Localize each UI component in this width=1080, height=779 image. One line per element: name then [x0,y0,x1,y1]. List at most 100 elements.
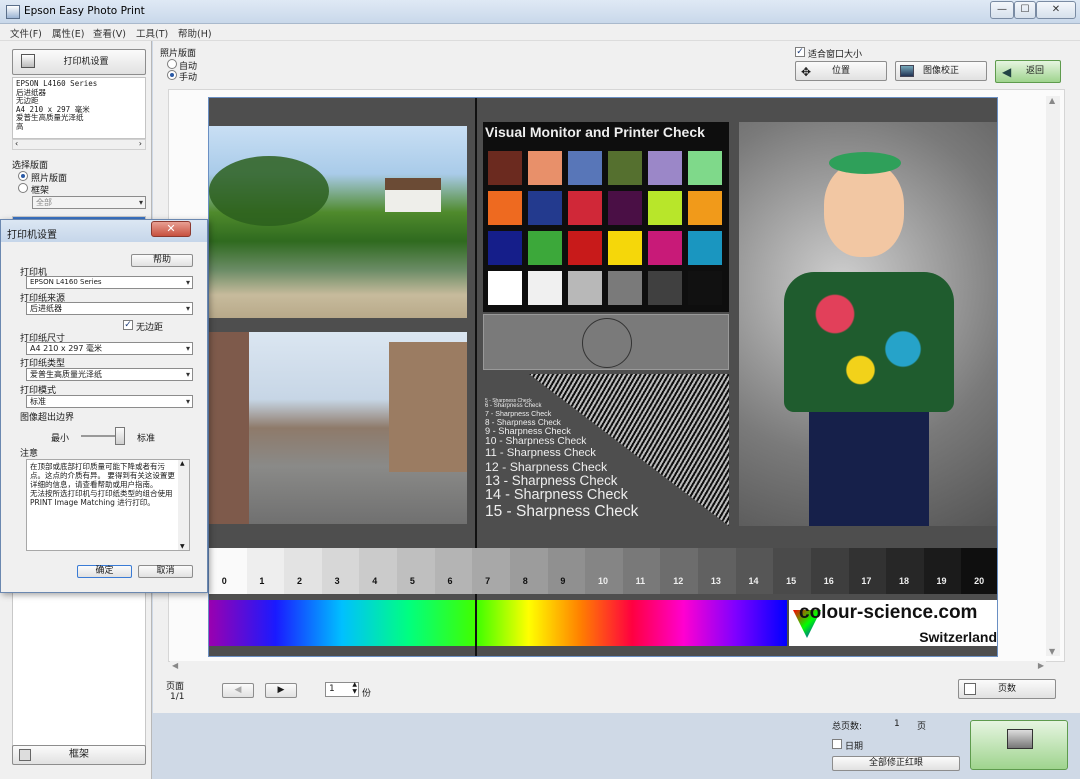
select-page-label: 选择版面 [12,161,49,171]
total-pages-unit: 页 [917,722,927,732]
gray-step: 8 [509,548,549,594]
sharpness-label: 10 - Sharpness Check [485,436,587,448]
photo-portrait [739,122,997,526]
gray-step-number: 11 [635,576,646,586]
gray-step-number: 5 [409,576,415,586]
radio-auto[interactable] [167,59,177,69]
radio-frame-label: 框架 [31,186,50,196]
copies-stepper[interactable]: 1 ▲ ▼ [325,681,359,697]
color-swatch [568,191,602,225]
color-swatch [648,151,682,185]
color-swatch-grid [488,151,728,309]
preview-photo: Visual Monitor and Printer Check 5 - Sha… [208,97,998,657]
sharpness-label: 9 - Sharpness Check [485,426,571,437]
position-button-label: 位置 [831,66,850,76]
scroll-up-icon: ▲ [180,460,185,467]
image-correct-icon [900,65,914,77]
borderless-checkbox[interactable]: ✓ [123,320,133,330]
gray-step-number: 0 [221,576,227,586]
gray-step: 17 [848,548,887,594]
menu-tools[interactable]: 工具(T) [136,26,168,40]
fit-window-checkbox[interactable]: ✓ [795,47,805,57]
gray-step: 5 [397,548,436,594]
type-select[interactable]: 爱普生高质量光泽纸 ▾ [26,368,193,381]
photo-landscape [209,126,467,318]
next-page-icon: ▶ [277,685,285,695]
help-button[interactable]: 帮助 [131,254,193,267]
gray-step-number: 8 [522,576,528,586]
position-button[interactable]: ✥ 位置 [795,61,887,81]
menu-properties[interactable]: 属性(E) [52,26,84,40]
radio-photo-layout[interactable] [18,171,28,181]
close-button[interactable]: ✕ [1036,1,1076,19]
next-page-button[interactable]: ▶ [265,683,297,698]
color-swatch [688,151,722,185]
gray-step-number: 19 [936,576,947,586]
printer-settings-button[interactable]: 打印机设置 [12,49,146,75]
color-swatch [528,191,562,225]
image-correct-button[interactable]: 图像校正 [895,61,987,81]
source-select[interactable]: 后进纸器 ▾ [26,302,193,315]
print-button[interactable] [970,720,1068,770]
size-select-value: A4 210 x 297 毫米 [30,344,103,353]
expansion-slider-thumb[interactable] [115,427,125,445]
gray-step: 3 [321,548,360,594]
radio-frame[interactable] [18,183,28,193]
ok-button[interactable]: 确定 [77,565,132,578]
color-swatch [488,191,522,225]
printer-settings-dialog: 打印机设置 ✕ 帮助 打印机 EPSON L4160 Series ▾ 打印纸来源… [0,219,208,593]
gray-step-number: 18 [898,576,909,586]
prev-page-icon: ◀ [234,685,242,695]
pages-button-label: 页数 [997,684,1016,694]
mode-select-value: 标准 [30,397,46,406]
type-select-value: 爱普生高质量光泽纸 [30,370,102,379]
menu-file[interactable]: 文件(F) [10,26,42,40]
stepper-arrows-icon[interactable]: ▲ ▼ [352,681,357,695]
mode-select[interactable]: 标准 ▾ [26,395,193,408]
info-scrollbar[interactable]: ‹ › [12,139,146,150]
color-swatch [648,231,682,265]
dialog-title: 打印机设置 [7,230,57,241]
chevron-down-icon: ▾ [138,198,143,207]
back-button[interactable]: ◀ 返回 [995,60,1061,83]
printer-select-value: EPSON L4160 Series [30,278,102,286]
color-swatch [608,191,642,225]
correct-all-button[interactable]: 全部修正红眼 [832,756,960,771]
frame-button[interactable]: 框架 [12,745,146,765]
pages-button[interactable]: 页数 [958,679,1056,699]
printer-select[interactable]: EPSON L4160 Series ▾ [26,276,193,289]
notes-textarea[interactable]: 在顶部或底部打印质量可能下降或者有污点。这点的介质有异。 要得到有关这设置更详细… [26,459,190,551]
cancel-button[interactable]: 取消 [138,565,193,578]
minimize-button[interactable]: — [990,1,1014,19]
chevron-down-icon: ▾ [185,278,190,287]
layout-dropdown[interactable]: 全部 ▾ [32,196,146,209]
back-button-label: 返回 [1025,66,1044,76]
maximize-button[interactable]: ☐ [1014,1,1036,19]
circle-target [582,318,632,368]
date-checkbox[interactable] [832,739,842,749]
photo-street [209,332,467,524]
horizontal-scrollbar[interactable]: ◀ ▶ [170,661,1046,673]
sharpness-label: 6 - Sharpness Check [485,403,542,410]
sharpness-label: 14 - Sharpness Check [485,487,628,504]
copies-unit: 份 [362,689,372,699]
dialog-close-button[interactable]: ✕ [151,221,191,237]
page-label: 页面 [166,682,185,692]
size-select[interactable]: A4 210 x 297 毫米 ▾ [26,342,193,355]
chevron-down-icon: ▾ [185,344,190,353]
menu-help[interactable]: 帮助(H) [178,26,212,40]
chevron-down-icon: ▾ [185,304,190,313]
vertical-scrollbar[interactable]: ▲ ▼ [1046,96,1060,656]
menu-view[interactable]: 查看(V) [93,26,126,40]
gray-step-number: 9 [560,576,566,586]
notes-scrollbar[interactable]: ▲ ▼ [178,460,189,550]
gray-step: 18 [886,548,925,594]
sharpness-label: 12 - Sharpness Check [485,459,608,474]
prev-page-button[interactable]: ◀ [222,683,254,698]
layout-dropdown-value: 全部 [36,198,52,207]
scroll-right-icon: ▶ [1037,661,1044,670]
scroll-left-icon: ◀ [172,661,179,670]
radio-manual[interactable] [167,70,177,80]
color-swatch [488,271,522,305]
color-swatch [648,191,682,225]
